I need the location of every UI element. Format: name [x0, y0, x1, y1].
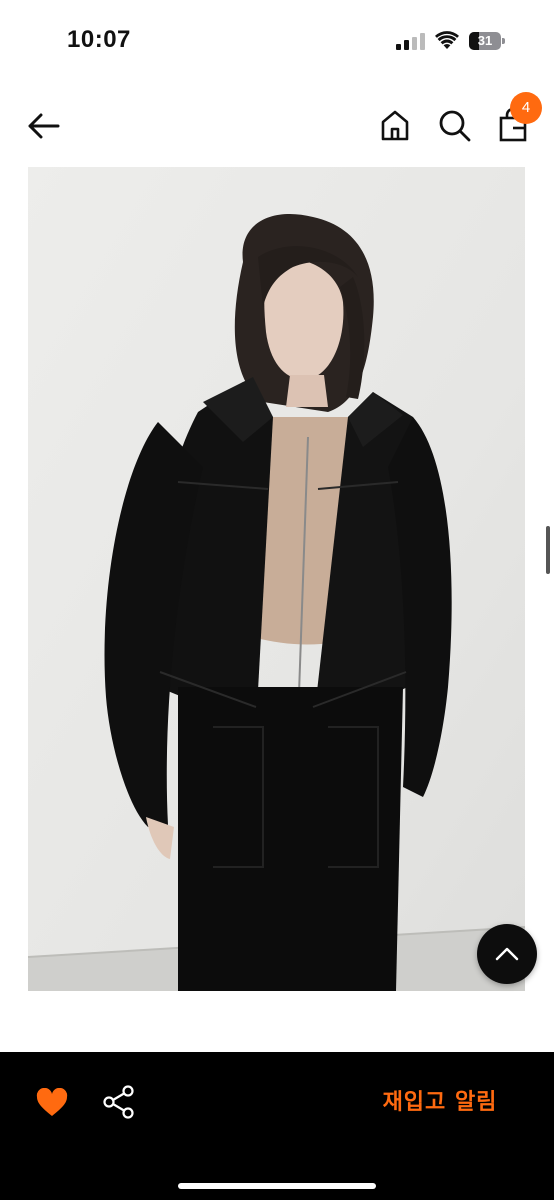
- product-image[interactable]: [28, 167, 525, 991]
- battery-level: 31: [477, 33, 493, 48]
- restock-alert-button[interactable]: 재입고 알림: [370, 1086, 510, 1120]
- heart-icon: [36, 1087, 68, 1116]
- search-button[interactable]: [435, 106, 473, 144]
- bottom-action-bar: 재입고 알림: [0, 1052, 554, 1200]
- battery-icon: 31: [469, 32, 505, 50]
- status-bar: 10:07 31: [0, 0, 554, 80]
- top-nav: [0, 90, 554, 160]
- like-button[interactable]: [36, 1087, 68, 1118]
- product-photo-illustration: [28, 167, 525, 991]
- home-indicator[interactable]: [178, 1183, 376, 1189]
- back-button[interactable]: [24, 108, 64, 144]
- scroll-to-top-button[interactable]: [477, 924, 537, 984]
- share-icon: [103, 1085, 134, 1119]
- page-scrollbar[interactable]: [546, 526, 550, 574]
- wifi-icon: [435, 30, 459, 50]
- share-button[interactable]: [102, 1084, 136, 1120]
- chevron-up-icon: [495, 947, 519, 961]
- home-button[interactable]: [376, 106, 414, 144]
- cart-count-badge: 4: [510, 92, 542, 124]
- home-icon: [381, 110, 409, 141]
- cellular-signal-icon: [396, 33, 426, 50]
- back-arrow-icon: [28, 113, 60, 139]
- search-icon: [439, 110, 471, 142]
- status-time: 10:07: [67, 26, 131, 53]
